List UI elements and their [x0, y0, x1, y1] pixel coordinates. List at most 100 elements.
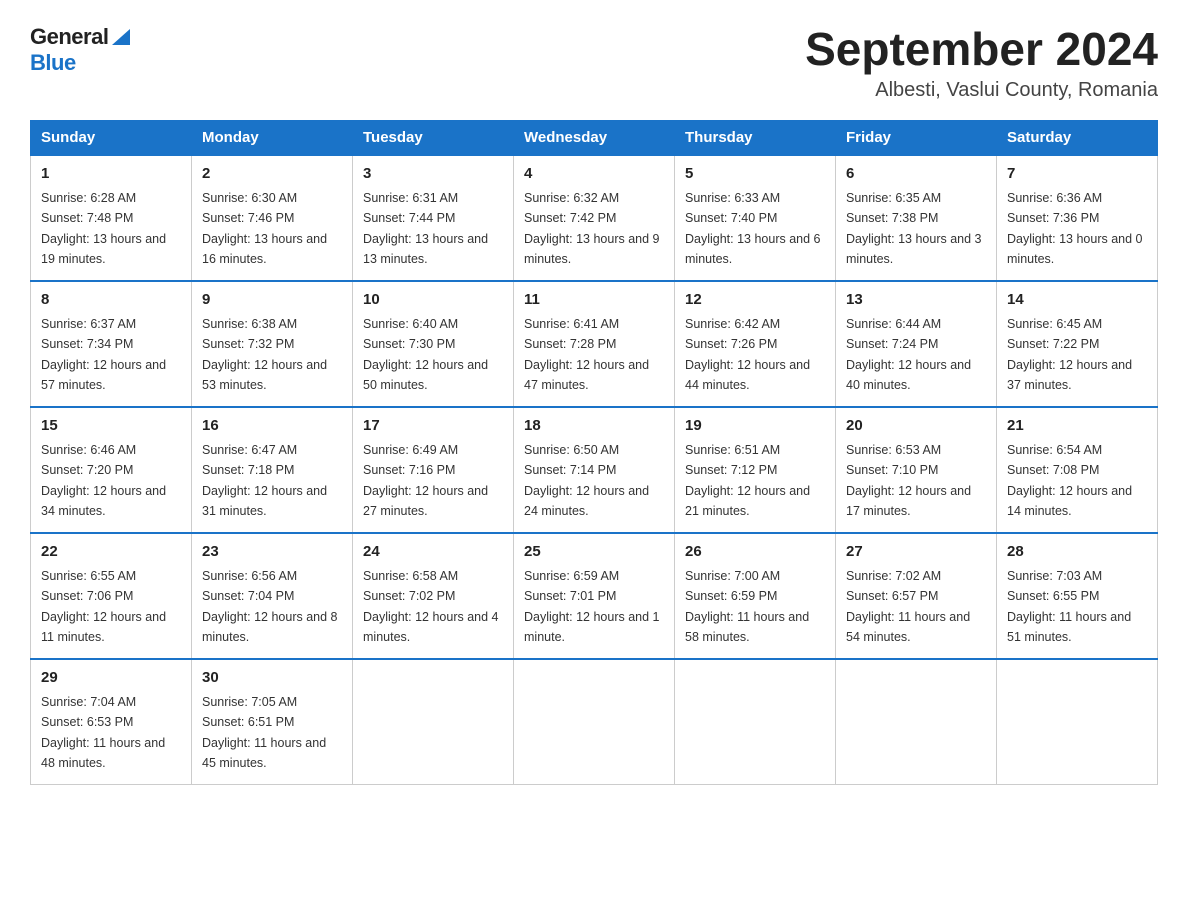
- day-number: 7: [1007, 163, 1147, 186]
- day-info: Sunrise: 6:55 AMSunset: 7:06 PMDaylight:…: [41, 569, 166, 644]
- calendar-cell: 21Sunrise: 6:54 AMSunset: 7:08 PMDayligh…: [997, 407, 1158, 533]
- day-info: Sunrise: 6:53 AMSunset: 7:10 PMDaylight:…: [846, 443, 971, 518]
- day-number: 2: [202, 163, 342, 186]
- day-info: Sunrise: 7:04 AMSunset: 6:53 PMDaylight:…: [41, 695, 165, 770]
- calendar-week-row: 29 Sunrise: 7:04 AMSunset: 6:53 PMDayligh…: [31, 659, 1158, 785]
- calendar-header-tuesday: Tuesday: [353, 120, 514, 155]
- calendar-cell: 17Sunrise: 6:49 AMSunset: 7:16 PMDayligh…: [353, 407, 514, 533]
- day-number: 30: [202, 667, 342, 690]
- calendar-cell: 15Sunrise: 6:46 AMSunset: 7:20 PMDayligh…: [31, 407, 192, 533]
- day-number: 27: [846, 541, 986, 564]
- calendar-header-monday: Monday: [192, 120, 353, 155]
- calendar-location: Albesti, Vaslui County, Romania: [805, 79, 1158, 102]
- day-info: Sunrise: 6:35 AMSunset: 7:38 PMDaylight:…: [846, 191, 982, 266]
- calendar-cell: 3Sunrise: 6:31 AMSunset: 7:44 PMDaylight…: [353, 155, 514, 281]
- calendar-cell: 19 Sunrise: 6:51 AMSunset: 7:12 PMDayligh…: [675, 407, 836, 533]
- calendar-header-friday: Friday: [836, 120, 997, 155]
- calendar-cell: 29 Sunrise: 7:04 AMSunset: 6:53 PMDayligh…: [31, 659, 192, 785]
- day-info: Sunrise: 6:32 AMSunset: 7:42 PMDaylight:…: [524, 191, 660, 266]
- calendar-week-row: 22 Sunrise: 6:55 AMSunset: 7:06 PMDayligh…: [31, 533, 1158, 659]
- calendar-cell: [997, 659, 1158, 785]
- day-info: Sunrise: 6:51 AMSunset: 7:12 PMDaylight:…: [685, 443, 810, 518]
- day-number: 10: [363, 289, 503, 312]
- day-number: 14: [1007, 289, 1147, 312]
- calendar-cell: [353, 659, 514, 785]
- calendar-header-saturday: Saturday: [997, 120, 1158, 155]
- day-number: 26: [685, 541, 825, 564]
- day-number: 17: [363, 415, 503, 438]
- day-number: 21: [1007, 415, 1147, 438]
- calendar-cell: 10 Sunrise: 6:40 AMSunset: 7:30 PMDayligh…: [353, 281, 514, 407]
- day-number: 18: [524, 415, 664, 438]
- day-info: Sunrise: 6:59 AMSunset: 7:01 PMDaylight:…: [524, 569, 660, 644]
- day-number: 23: [202, 541, 342, 564]
- day-number: 28: [1007, 541, 1147, 564]
- calendar-cell: 1Sunrise: 6:28 AMSunset: 7:48 PMDaylight…: [31, 155, 192, 281]
- calendar-header-thursday: Thursday: [675, 120, 836, 155]
- day-number: 4: [524, 163, 664, 186]
- calendar-cell: [675, 659, 836, 785]
- day-info: Sunrise: 6:50 AMSunset: 7:14 PMDaylight:…: [524, 443, 649, 518]
- calendar-cell: 27Sunrise: 7:02 AMSunset: 6:57 PMDayligh…: [836, 533, 997, 659]
- day-number: 15: [41, 415, 181, 438]
- day-info: Sunrise: 6:47 AMSunset: 7:18 PMDaylight:…: [202, 443, 327, 518]
- day-number: 24: [363, 541, 503, 564]
- day-number: 25: [524, 541, 664, 564]
- day-info: Sunrise: 6:56 AMSunset: 7:04 PMDaylight:…: [202, 569, 338, 644]
- calendar-header-row: SundayMondayTuesdayWednesdayThursdayFrid…: [31, 120, 1158, 155]
- calendar-cell: 5Sunrise: 6:33 AMSunset: 7:40 PMDaylight…: [675, 155, 836, 281]
- day-number: 11: [524, 289, 664, 312]
- day-info: Sunrise: 6:38 AMSunset: 7:32 PMDaylight:…: [202, 317, 327, 392]
- day-info: Sunrise: 6:36 AMSunset: 7:36 PMDaylight:…: [1007, 191, 1143, 266]
- calendar-cell: 4 Sunrise: 6:32 AMSunset: 7:42 PMDaylight…: [514, 155, 675, 281]
- day-info: Sunrise: 7:05 AMSunset: 6:51 PMDaylight:…: [202, 695, 326, 770]
- day-info: Sunrise: 7:00 AMSunset: 6:59 PMDaylight:…: [685, 569, 809, 644]
- logo: General Blue: [30, 24, 132, 76]
- day-number: 16: [202, 415, 342, 438]
- calendar-cell: [836, 659, 997, 785]
- day-info: Sunrise: 7:03 AMSunset: 6:55 PMDaylight:…: [1007, 569, 1131, 644]
- calendar-header-wednesday: Wednesday: [514, 120, 675, 155]
- calendar-cell: 20 Sunrise: 6:53 AMSunset: 7:10 PMDayligh…: [836, 407, 997, 533]
- day-number: 1: [41, 163, 181, 186]
- calendar-cell: [514, 659, 675, 785]
- calendar-cell: 13Sunrise: 6:44 AMSunset: 7:24 PMDayligh…: [836, 281, 997, 407]
- calendar-cell: 18 Sunrise: 6:50 AMSunset: 7:14 PMDayligh…: [514, 407, 675, 533]
- day-number: 13: [846, 289, 986, 312]
- calendar-cell: 2 Sunrise: 6:30 AMSunset: 7:46 PMDaylight…: [192, 155, 353, 281]
- calendar-cell: 28 Sunrise: 7:03 AMSunset: 6:55 PMDayligh…: [997, 533, 1158, 659]
- day-number: 6: [846, 163, 986, 186]
- calendar-cell: 11Sunrise: 6:41 AMSunset: 7:28 PMDayligh…: [514, 281, 675, 407]
- day-info: Sunrise: 6:42 AMSunset: 7:26 PMDaylight:…: [685, 317, 810, 392]
- day-number: 29: [41, 667, 181, 690]
- logo-text-general: General: [30, 24, 108, 50]
- calendar-cell: 22 Sunrise: 6:55 AMSunset: 7:06 PMDayligh…: [31, 533, 192, 659]
- calendar-cell: 24 Sunrise: 6:58 AMSunset: 7:02 PMDayligh…: [353, 533, 514, 659]
- calendar-cell: 30 Sunrise: 7:05 AMSunset: 6:51 PMDayligh…: [192, 659, 353, 785]
- calendar-week-row: 15Sunrise: 6:46 AMSunset: 7:20 PMDayligh…: [31, 407, 1158, 533]
- day-info: Sunrise: 6:37 AMSunset: 7:34 PMDaylight:…: [41, 317, 166, 392]
- day-number: 19: [685, 415, 825, 438]
- day-info: Sunrise: 6:30 AMSunset: 7:46 PMDaylight:…: [202, 191, 327, 266]
- day-info: Sunrise: 6:40 AMSunset: 7:30 PMDaylight:…: [363, 317, 488, 392]
- day-number: 5: [685, 163, 825, 186]
- day-number: 9: [202, 289, 342, 312]
- calendar-cell: 23 Sunrise: 6:56 AMSunset: 7:04 PMDayligh…: [192, 533, 353, 659]
- calendar-cell: 26 Sunrise: 7:00 AMSunset: 6:59 PMDayligh…: [675, 533, 836, 659]
- calendar-table: SundayMondayTuesdayWednesdayThursdayFrid…: [30, 120, 1158, 785]
- day-number: 20: [846, 415, 986, 438]
- calendar-title: September 2024: [805, 24, 1158, 75]
- calendar-cell: 6 Sunrise: 6:35 AMSunset: 7:38 PMDaylight…: [836, 155, 997, 281]
- day-info: Sunrise: 6:45 AMSunset: 7:22 PMDaylight:…: [1007, 317, 1132, 392]
- calendar-cell: 14 Sunrise: 6:45 AMSunset: 7:22 PMDayligh…: [997, 281, 1158, 407]
- page-header: General Blue September 2024 Albesti, Vas…: [30, 24, 1158, 102]
- calendar-cell: 25 Sunrise: 6:59 AMSunset: 7:01 PMDayligh…: [514, 533, 675, 659]
- logo-text-blue: Blue: [30, 50, 76, 76]
- calendar-cell: 16 Sunrise: 6:47 AMSunset: 7:18 PMDayligh…: [192, 407, 353, 533]
- calendar-cell: 8 Sunrise: 6:37 AMSunset: 7:34 PMDaylight…: [31, 281, 192, 407]
- day-info: Sunrise: 6:58 AMSunset: 7:02 PMDaylight:…: [363, 569, 499, 644]
- day-number: 8: [41, 289, 181, 312]
- calendar-header-sunday: Sunday: [31, 120, 192, 155]
- day-info: Sunrise: 6:31 AMSunset: 7:44 PMDaylight:…: [363, 191, 488, 266]
- day-number: 22: [41, 541, 181, 564]
